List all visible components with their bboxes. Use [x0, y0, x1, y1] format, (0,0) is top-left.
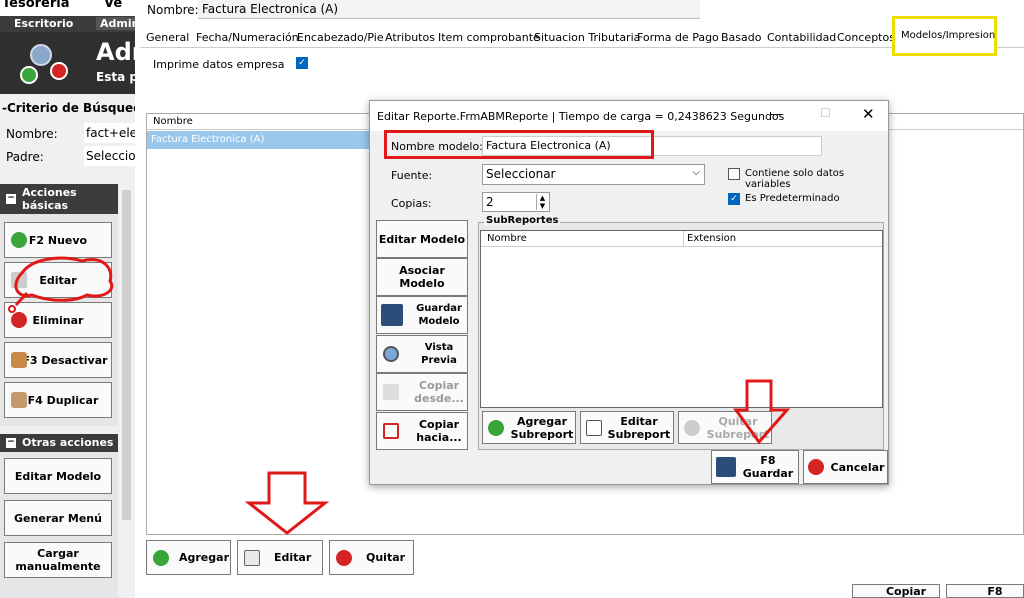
- subreportes-label: SubReportes: [484, 215, 561, 226]
- edit-icon: [244, 549, 260, 566]
- es-predeterminado-label: Es Predeterminado: [745, 193, 840, 204]
- acciones-basicas-header[interactable]: − Acciones básicas: [0, 184, 118, 214]
- main-name-label: Nombre:: [147, 3, 199, 17]
- save-icon: [381, 304, 403, 326]
- cancel-icon: [808, 459, 824, 475]
- criteria-name-label: Nombre:: [6, 127, 58, 141]
- tab-item-comprobante[interactable]: Item comprobante: [438, 31, 540, 44]
- tab-forma-de-pago[interactable]: Forma de Pago: [637, 31, 719, 44]
- save-icon: [716, 457, 736, 477]
- annotation-arrow-guardar: [733, 379, 791, 445]
- add-icon: [153, 549, 169, 566]
- edit-icon: [586, 419, 602, 436]
- editar-subreport-button[interactable]: Editar Subreport: [580, 411, 674, 444]
- tab-fecha-numeracion[interactable]: Fecha/Numeración: [196, 31, 299, 44]
- copiar-hacia-button[interactable]: Copiar hacia...: [376, 412, 468, 450]
- asociar-modelo-button[interactable]: Asociar Modelo: [376, 258, 468, 296]
- subreportes-header: Nombre Extension: [481, 231, 882, 247]
- col-nombre[interactable]: Nombre: [487, 233, 527, 244]
- tab-conceptos[interactable]: Conceptos: [837, 31, 895, 44]
- criteria-parent-select[interactable]: Seleccio: [84, 146, 135, 166]
- criteria-name-input[interactable]: fact+elect: [84, 123, 135, 143]
- delete-icon: [11, 312, 27, 328]
- copias-label: Copias:: [391, 197, 432, 210]
- quitar-button[interactable]: Quitar: [329, 540, 414, 575]
- copiar-desde-button[interactable]: Copiar desde...: [376, 373, 468, 411]
- top-menu: Tesoreria Ve: [0, 0, 135, 16]
- tab-contabilidad[interactable]: Contabilidad: [767, 31, 836, 44]
- highlight-scribble: [8, 256, 114, 313]
- menu-tesoreria[interactable]: Tesoreria: [2, 0, 70, 11]
- editar-reporte-dialog: Editar Reporte.FrmABMReporte | Tiempo de…: [369, 100, 889, 485]
- cargar-manualmente-button[interactable]: Cargar manualmente: [4, 542, 112, 578]
- remove-icon: [336, 549, 352, 566]
- agregar-button[interactable]: Agregar: [146, 540, 231, 575]
- dialog-titlebar: Editar Reporte.FrmABMReporte | Tiempo de…: [370, 101, 888, 131]
- solo-datos-variables-checkbox[interactable]: [728, 168, 740, 180]
- tab-general[interactable]: General: [146, 31, 189, 44]
- close-icon[interactable]: ✕: [862, 105, 875, 123]
- fuente-select[interactable]: Seleccionar ⌵: [482, 164, 705, 185]
- stepper-arrows-icon[interactable]: ▲ ▼: [536, 194, 548, 210]
- collapse-icon[interactable]: −: [6, 438, 16, 448]
- tab-escritorio[interactable]: Escritorio: [14, 17, 73, 30]
- imprime-datos-label: Imprime datos empresa: [153, 58, 285, 71]
- copias-stepper[interactable]: 2 ▲ ▼: [482, 192, 550, 212]
- copy-to-icon: [383, 423, 399, 439]
- cancelar-button[interactable]: Cancelar: [803, 450, 888, 484]
- imprime-datos-checkbox[interactable]: ✓: [296, 57, 308, 69]
- es-predeterminado-checkbox[interactable]: ✓: [728, 193, 740, 205]
- solo-datos-variables-label: Contiene solo datos variables: [745, 168, 845, 190]
- app-tabs: Escritorio Admin: [0, 16, 144, 32]
- maximize-icon[interactable]: ☐: [820, 106, 831, 120]
- remove-icon: [684, 419, 700, 436]
- otras-acciones-header[interactable]: − Otras acciones: [0, 434, 118, 452]
- copiar-button[interactable]: Copiar: [852, 584, 940, 598]
- f8-button[interactable]: F8: [946, 584, 1024, 598]
- tab-atributos[interactable]: Atributos: [385, 31, 435, 44]
- subreportes-grid: Nombre Extension: [480, 230, 883, 408]
- editar-modelo-button[interactable]: Editar Modelo: [376, 220, 468, 258]
- admin-icon: [20, 44, 70, 88]
- criteria-parent-label: Padre:: [6, 150, 44, 164]
- menu-ventas[interactable]: Ve: [104, 0, 122, 11]
- tab-situacion-tributaria[interactable]: Situacion Tributaria: [534, 31, 640, 44]
- left-scrollbar[interactable]: [122, 190, 131, 520]
- minimize-icon[interactable]: —: [770, 107, 783, 122]
- collapse-icon[interactable]: −: [6, 194, 16, 204]
- duplicate-icon: [11, 392, 27, 408]
- dialog-title: Editar Reporte.FrmABMReporte | Tiempo de…: [377, 110, 785, 123]
- agregar-subreport-button[interactable]: Agregar Subreport: [482, 411, 576, 444]
- guardar-button[interactable]: F8 Guardar: [711, 450, 799, 484]
- add-icon: [11, 232, 27, 248]
- col-extension[interactable]: Extension: [687, 233, 736, 244]
- deactivate-icon: [11, 352, 27, 368]
- chevron-down-icon: ⌵: [692, 167, 700, 178]
- main-name-input[interactable]: Factura Electronica (A): [198, 0, 700, 19]
- fuente-label: Fuente:: [391, 169, 433, 182]
- add-icon: [488, 419, 504, 436]
- tab-encabezado-pie[interactable]: Encabezado/Pie: [297, 31, 384, 44]
- generar-menu-button[interactable]: Generar Menú: [4, 500, 112, 536]
- annotation-box-nombre: [384, 130, 654, 159]
- editar-button[interactable]: Editar: [237, 540, 323, 575]
- desactivar-button[interactable]: F3 Desactivar: [4, 342, 112, 378]
- tab-basado[interactable]: Basado: [721, 31, 761, 44]
- magnifier-icon: [383, 346, 399, 362]
- copy-icon: [383, 384, 399, 400]
- table-row[interactable]: Factura Electronica (A): [147, 131, 369, 149]
- annotation-arrow-editar: [245, 471, 329, 535]
- guardar-modelo-button[interactable]: Guardar Modelo: [376, 296, 468, 334]
- tab-modelos-impresion[interactable]: Modelos/Impresion: [892, 16, 997, 56]
- duplicar-button[interactable]: F4 Duplicar: [4, 382, 112, 418]
- editar-modelo-left-button[interactable]: Editar Modelo: [4, 458, 112, 494]
- vista-previa-button[interactable]: Vista Previa: [376, 335, 468, 373]
